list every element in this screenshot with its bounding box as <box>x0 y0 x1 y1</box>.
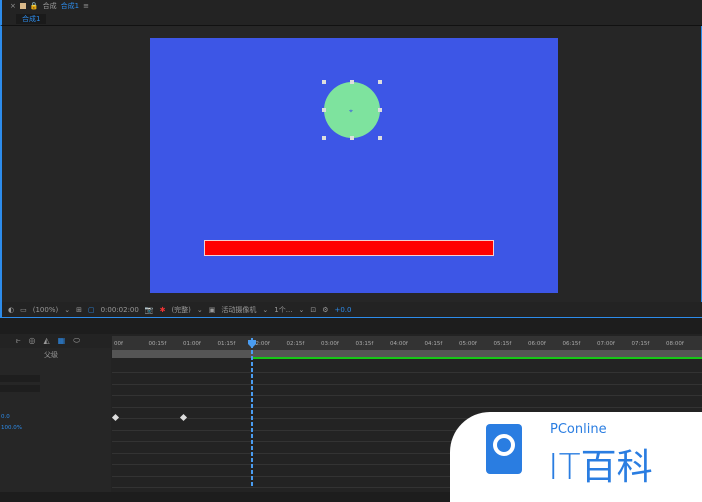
shy-icon[interactable]: ⥼ <box>16 336 21 348</box>
ruler-tick-label: 05:00f <box>459 341 477 347</box>
watermark-logo-icon <box>486 424 522 474</box>
motion-blur-icon[interactable]: ◭ <box>44 336 50 348</box>
ruler-tick-label: 07:15f <box>631 341 650 347</box>
parent-column-header: 父级 <box>44 351 58 359</box>
views-select[interactable]: 1个... <box>274 305 292 315</box>
ruler-tick-label: 01:15f <box>217 341 236 347</box>
ruler-tick-label: 03:15f <box>355 341 374 347</box>
camera-select[interactable]: 活动摄像机 <box>221 305 256 315</box>
graph-editor-icon[interactable]: ▦ <box>58 336 66 348</box>
ruler-tick-label: 00:15f <box>148 341 167 347</box>
tab-bar: 合成1 <box>0 12 702 26</box>
timeline-switches: ⥼ ◎ ◭ ▦ ⬭ <box>0 336 111 348</box>
dropdown-1[interactable] <box>0 375 40 382</box>
exposure-value[interactable]: +0.0 <box>334 306 351 314</box>
panel-header: × 🔒 合成 合成1 ≡ <box>0 0 702 12</box>
lock-icon[interactable]: 🔒 <box>30 2 39 10</box>
track-row-divider <box>112 406 702 408</box>
watermark-brand: PConline <box>550 422 607 437</box>
anchor-point-icon[interactable]: ⌖ <box>349 107 353 116</box>
ruler-tick-label: 03:00f <box>321 341 339 347</box>
track-row-divider <box>112 383 702 385</box>
monitor-icon[interactable]: ▭ <box>20 306 27 314</box>
menu-icon[interactable]: ≡ <box>83 2 89 10</box>
ruler-tick-label: 08:00f <box>666 341 684 347</box>
color-channels-icon[interactable]: ✱ <box>160 306 166 314</box>
track-row-divider <box>112 395 702 396</box>
grid-icon[interactable]: ⊞ <box>76 306 82 314</box>
ruler-tick-label: 02:15f <box>286 341 305 347</box>
ruler-tick-label: 04:00f <box>390 341 408 347</box>
mask-icon[interactable]: ◐ <box>8 306 14 314</box>
ruler-tick-label: 05:15f <box>493 341 512 347</box>
reset-exposure-icon[interactable]: ⚙ <box>322 306 328 314</box>
track-row-divider <box>112 372 702 373</box>
ruler-tick-label: 04:15f <box>424 341 443 347</box>
ruler-tick-label: 06:15f <box>562 341 581 347</box>
dropdown-2[interactable] <box>0 385 40 392</box>
tab-comp1[interactable]: 合成1 <box>16 14 47 24</box>
property-value[interactable]: 0.0 <box>1 414 10 420</box>
comp-icon <box>19 3 26 9</box>
toggle-transparency-icon[interactable]: ▣ <box>209 306 216 314</box>
resolution-select[interactable]: (完整) <box>171 305 190 315</box>
selection-handles[interactable]: ⌖ <box>322 80 382 140</box>
region-icon[interactable]: ▢ <box>88 306 95 314</box>
camera-snapshot-icon[interactable]: 📷 <box>145 306 154 314</box>
close-icon[interactable]: × <box>10 2 16 10</box>
ruler-tick-label: 00f <box>114 341 123 347</box>
flowchart-icon[interactable]: ⊡ <box>310 306 316 314</box>
layer-duration-bar[interactable] <box>252 357 702 359</box>
viewer-toolbar: ◐ ▭ (100%) ⌄ ⊞ ▢ 0:00:02:00 📷 ✱ (完整) ⌄ ▣ 活… <box>0 302 702 318</box>
ruler-tick-label: 06:00f <box>528 341 546 347</box>
ruler-tick-label: 07:00f <box>597 341 615 347</box>
scale-value[interactable]: 100.0% <box>1 425 22 431</box>
watermark: PConline IT百科 <box>450 412 702 502</box>
watermark-text: IT百科 <box>548 447 653 488</box>
draft-3d-icon[interactable]: ⬭ <box>73 336 80 348</box>
frame-blend-icon[interactable]: ◎ <box>29 336 36 348</box>
panel-title: 合成 <box>42 2 57 10</box>
comp-name[interactable]: 合成1 <box>61 1 79 11</box>
zoom-select[interactable]: (100%) <box>33 306 58 314</box>
playhead[interactable] <box>251 338 253 488</box>
timecode[interactable]: 0:00:02:00 <box>101 306 139 314</box>
ruler-tick-label: 01:00f <box>183 341 201 347</box>
red-bar-layer[interactable] <box>204 240 494 256</box>
layer-panel: 父级 0.0 100.0% <box>0 348 111 492</box>
